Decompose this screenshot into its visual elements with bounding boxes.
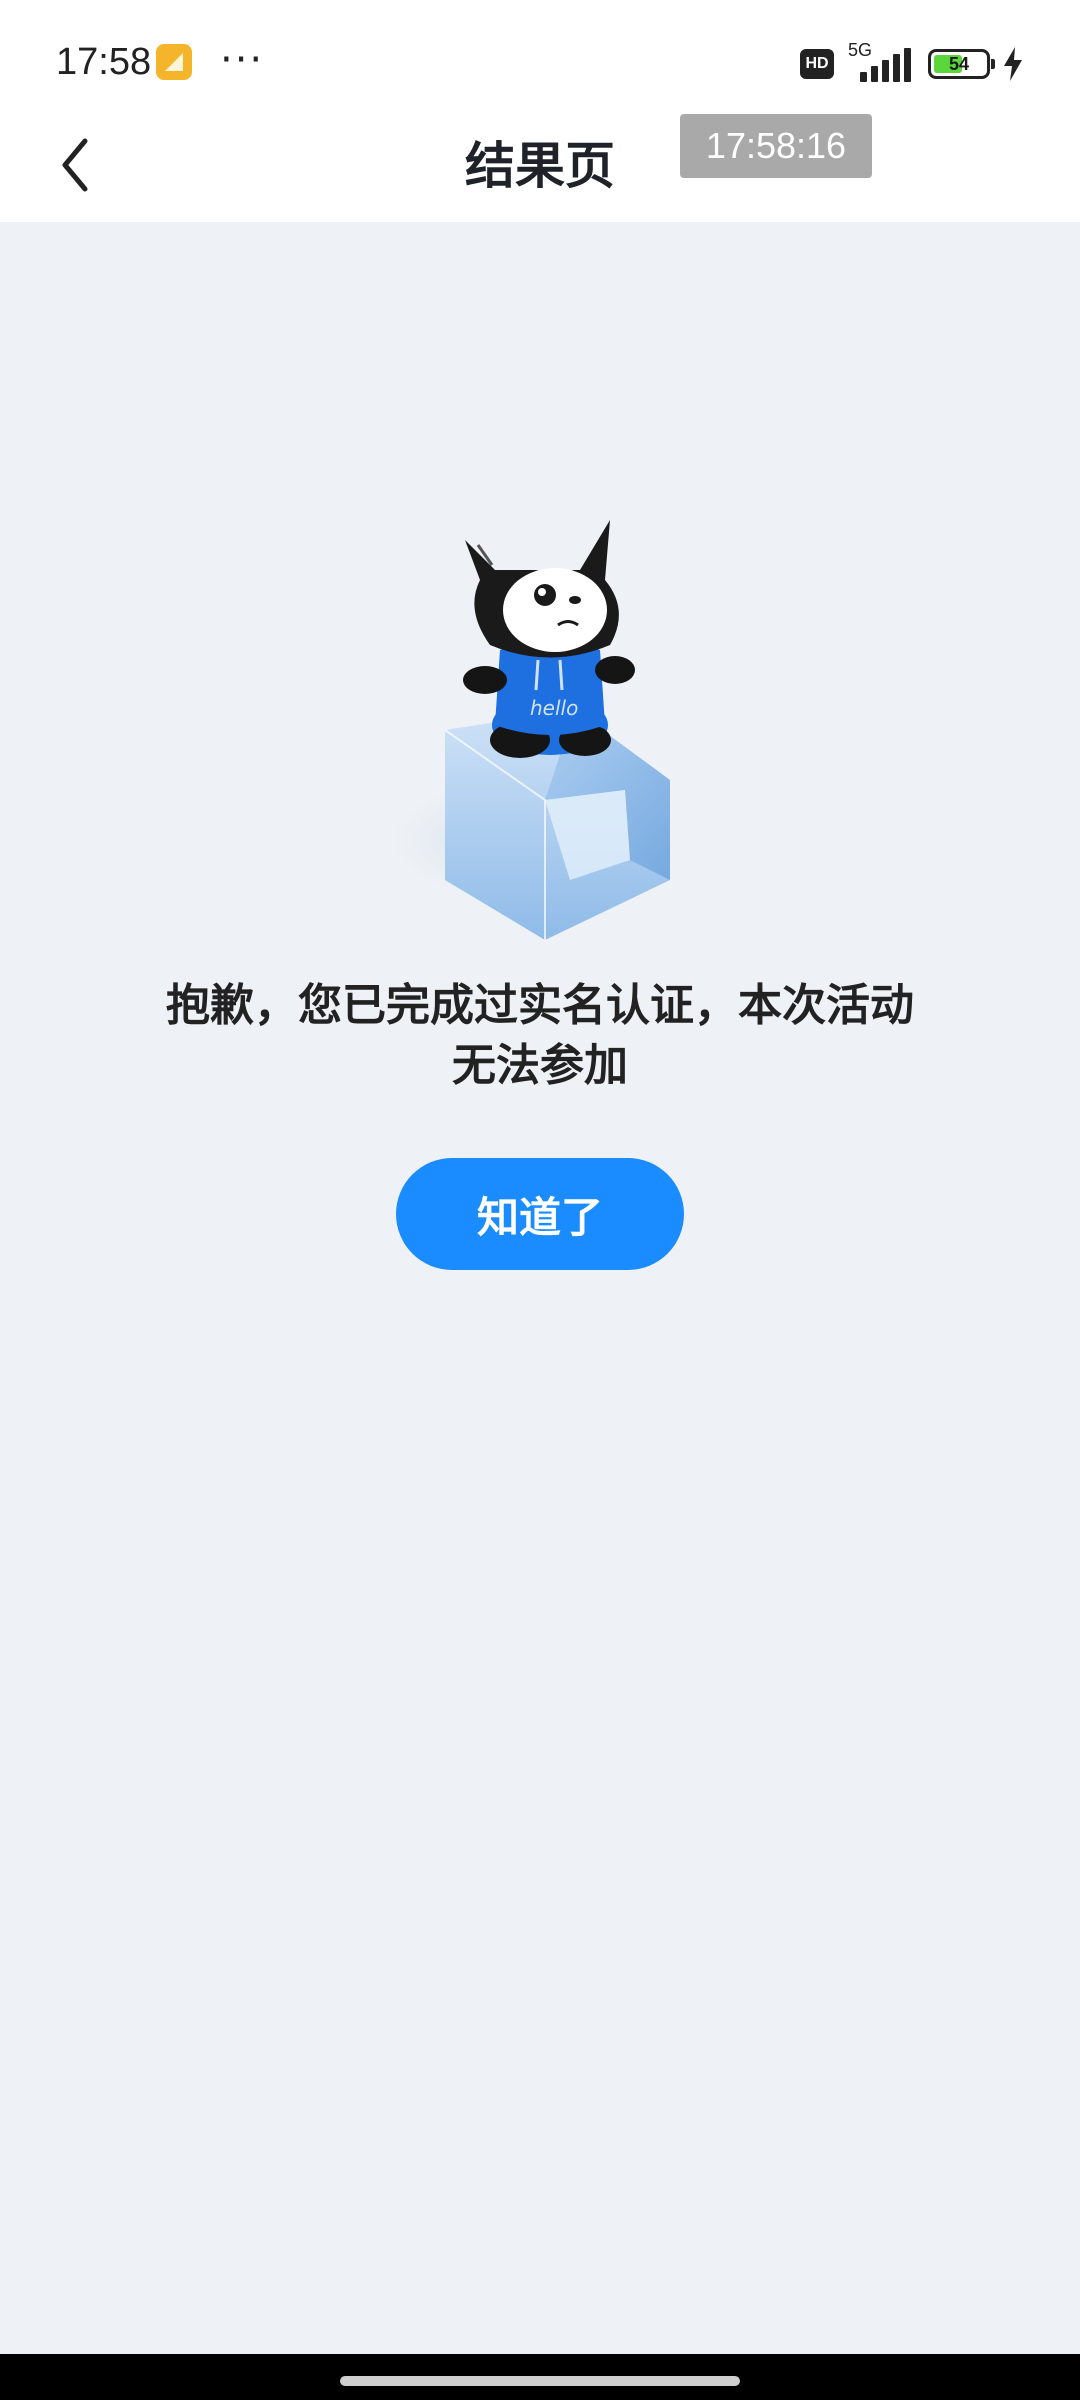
- battery-icon: 54: [928, 49, 995, 79]
- charging-bolt-icon: [1004, 47, 1022, 81]
- mascot-illustration: hello: [380, 520, 670, 940]
- signal-icon: 5G: [846, 40, 916, 84]
- notes-app-icon: [156, 44, 192, 80]
- time-overlay: 17:58:16: [680, 114, 872, 178]
- home-indicator[interactable]: [340, 2376, 740, 2386]
- page-title: 结果页: [465, 137, 615, 195]
- battery-level: 54: [948, 53, 970, 74]
- hd-icon: HD: [800, 49, 834, 79]
- got-it-button[interactable]: 知道了: [396, 1158, 684, 1270]
- svg-text:hello: hello: [530, 696, 578, 720]
- status-indicators: HD 5G 54: [800, 40, 1024, 84]
- status-bar: 17:58 ··· HD 5G 54: [0, 0, 1080, 110]
- result-message: 抱歉，您已完成过实名认证，本次活动无法参加: [166, 980, 914, 1091]
- system-navigation-bar: [0, 2354, 1080, 2400]
- header: 结果页 17:58:16: [0, 110, 1080, 222]
- status-time: 17:58: [56, 41, 152, 83]
- more-notifications-icon: ···: [220, 37, 265, 83]
